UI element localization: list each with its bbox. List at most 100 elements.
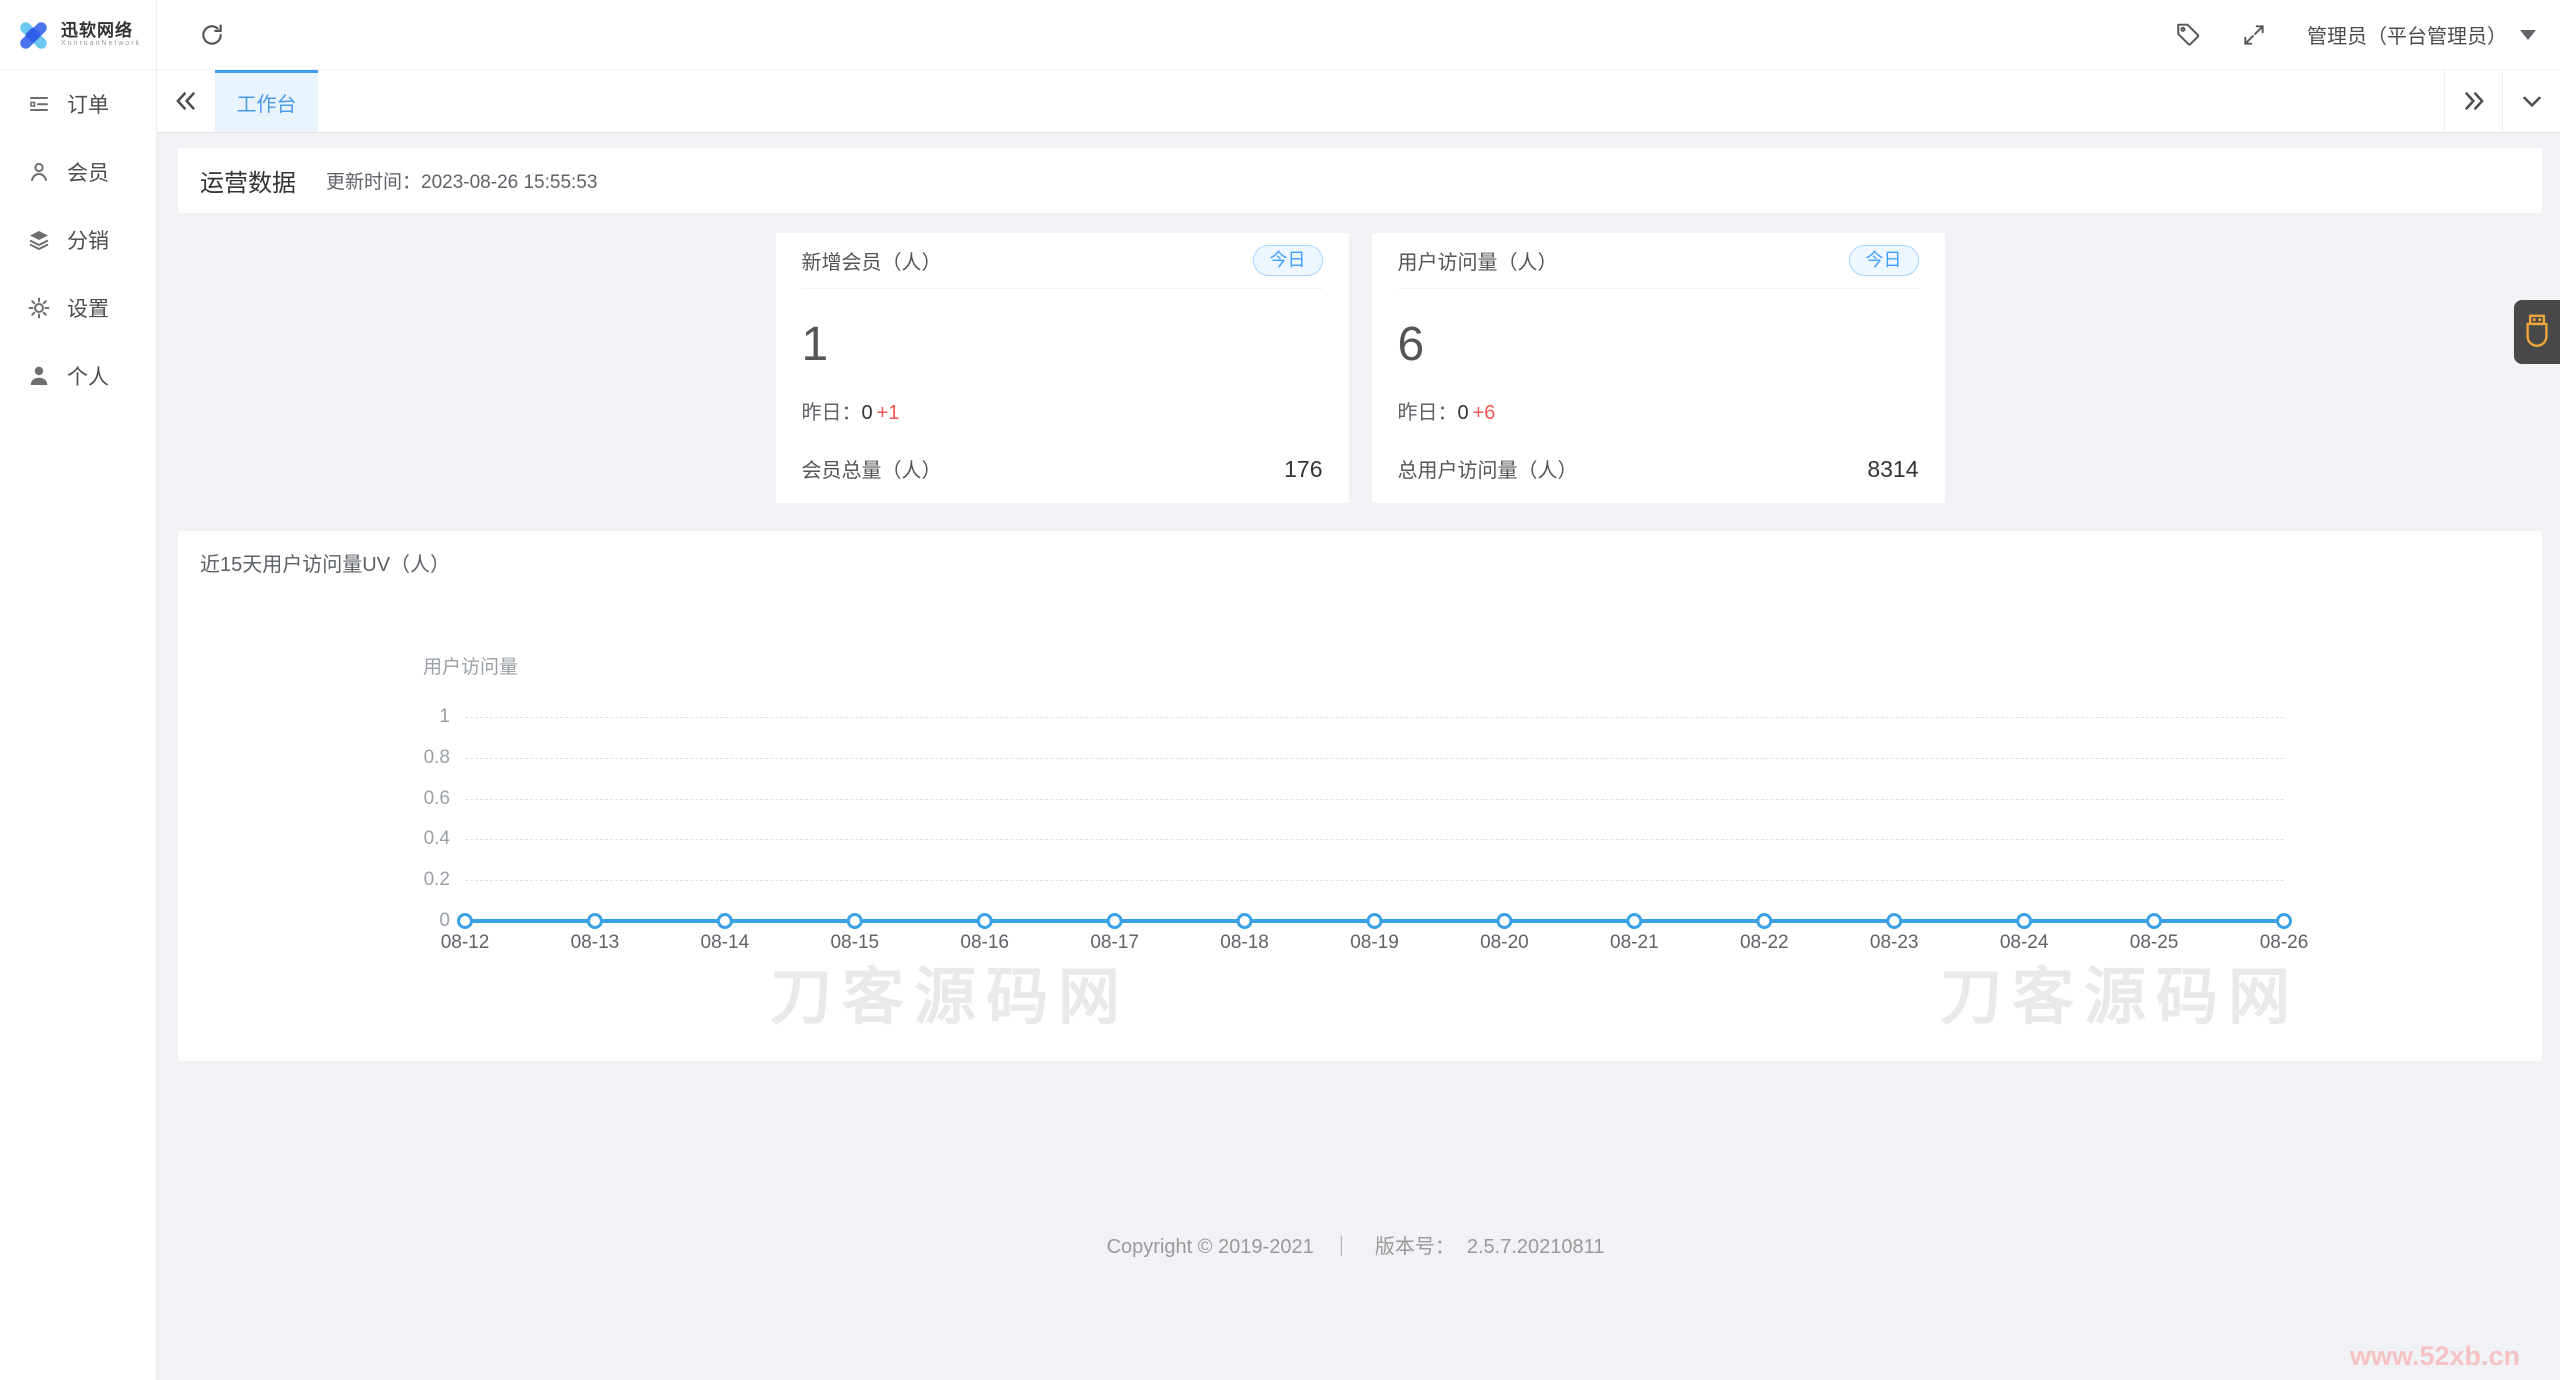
data-point-marker[interactable] [1758, 915, 1771, 928]
data-point-marker[interactable] [2018, 915, 2031, 928]
sidebar-item-label: 会员 [67, 157, 109, 187]
delta-value: +1 [877, 402, 900, 424]
data-point-marker[interactable] [459, 915, 472, 928]
yesterday-label: 昨日： [1398, 402, 1458, 424]
collapse-sidebar-button[interactable] [157, 70, 215, 132]
double-chevron-left-icon [171, 86, 201, 116]
data-point-marker[interactable] [978, 915, 991, 928]
yesterday-label: 昨日： [802, 402, 862, 424]
tab-options-button[interactable] [2502, 70, 2560, 132]
brand-logo[interactable]: 迅软网络 XunruanNetwork [0, 0, 156, 70]
card-main-value: 6 [1398, 317, 1919, 372]
data-point-marker[interactable] [1498, 915, 1511, 928]
data-point-marker[interactable] [588, 915, 601, 928]
footer-version-value: 2.5.7.20210811 [1467, 1236, 1605, 1258]
x-axis-tick-label: 08-21 [1610, 932, 1659, 954]
tabs-scroll-right-button[interactable] [2444, 70, 2502, 132]
member-icon [27, 160, 51, 184]
sidebar-item-profile[interactable]: 个人 [0, 342, 156, 410]
card-total-value: 176 [1284, 456, 1322, 483]
data-point-marker[interactable] [1368, 915, 1381, 928]
update-time-label: 更新时间： [326, 172, 421, 193]
uv-chart-panel: 近15天用户访问量UV（人） 用户访问量 00.20.40.60.8108-12… [178, 531, 2542, 1061]
update-time: 更新时间：2023-08-26 15:55:53 [326, 167, 597, 194]
x-axis-tick-label: 08-20 [1480, 932, 1529, 954]
today-badge: 今日 [1849, 245, 1919, 277]
chart-series-label: 用户访问量 [423, 652, 518, 679]
sidebar-item-label: 订单 [67, 89, 109, 119]
footer-divider: ｜ [1331, 1236, 1351, 1258]
x-axis-tick-label: 08-15 [830, 932, 879, 954]
refresh-icon [199, 22, 225, 48]
page-footer: Copyright © 2019-2021 ｜ 版本号：2.5.7.202108… [157, 1230, 2560, 1259]
sidebar-item-label: 个人 [67, 361, 109, 391]
sidebar-item-settings[interactable]: 设置 [0, 274, 156, 342]
x-axis-tick-label: 08-23 [1870, 932, 1919, 954]
footer-version: 版本号：2.5.7.20210811 [1369, 1236, 1611, 1258]
data-point-marker[interactable] [1238, 915, 1251, 928]
x-axis-tick-label: 08-18 [1220, 932, 1269, 954]
y-axis-tick-label: 1 [439, 706, 450, 728]
stat-card-user-visits: 用户访问量（人） 今日 6 昨日：0+6 总用户访问量（人） 8314 [1372, 233, 1945, 503]
x-axis-tick-label: 08-25 [2130, 932, 2179, 954]
tag-icon [2175, 22, 2201, 48]
fullscreen-icon [2241, 22, 2267, 48]
x-axis-tick-label: 08-14 [701, 932, 750, 954]
tab-strip-spacer [318, 70, 2444, 132]
y-axis-tick-label: 0 [439, 910, 450, 932]
card-total-label: 总用户访问量（人） [1398, 454, 1578, 483]
sidebar-item-label: 分销 [67, 225, 109, 255]
data-point-marker[interactable] [2278, 915, 2291, 928]
sidebar: 迅软网络 XunruanNetwork 订单 会员 分销 设置 个人 [0, 0, 157, 1380]
x-axis-tick-label: 08-16 [960, 932, 1009, 954]
profile-icon [27, 364, 51, 388]
sidebar-item-label: 设置 [67, 293, 109, 323]
yesterday-value: 0 [1458, 402, 1469, 424]
floating-widget-button[interactable] [2514, 300, 2560, 364]
data-point-marker[interactable] [848, 915, 861, 928]
card-total-value: 8314 [1867, 456, 1918, 483]
chevron-down-icon [2517, 86, 2547, 116]
today-badge: 今日 [1253, 245, 1323, 277]
update-time-value: 2023-08-26 15:55:53 [421, 172, 597, 193]
sidebar-item-distribution[interactable]: 分销 [0, 206, 156, 274]
topbar: 管理员（平台管理员） [157, 0, 2560, 70]
fullscreen-button[interactable] [2241, 22, 2267, 48]
brand-subname: XunruanNetwork [61, 40, 141, 48]
data-point-marker[interactable] [1628, 915, 1641, 928]
data-point-marker[interactable] [2148, 915, 2161, 928]
order-icon [27, 92, 51, 116]
card-title: 新增会员（人） [802, 246, 942, 275]
tab-bar: 工作台 [157, 70, 2560, 133]
refresh-button[interactable] [199, 22, 225, 48]
operation-data-panel: 运营数据 更新时间：2023-08-26 15:55:53 [178, 148, 2542, 213]
x-axis-tick-label: 08-24 [2000, 932, 2049, 954]
distribution-icon [27, 228, 51, 252]
user-menu[interactable]: 管理员（平台管理员） [2307, 20, 2536, 49]
uv-line-series [465, 717, 2284, 921]
y-axis-tick-label: 0.6 [424, 787, 450, 809]
data-point-marker[interactable] [1888, 915, 1901, 928]
tab-workbench[interactable]: 工作台 [215, 70, 318, 132]
stat-card-new-members: 新增会员（人） 今日 1 昨日：0+1 会员总量（人） 176 [776, 233, 1349, 503]
x-axis-tick-label: 08-19 [1350, 932, 1399, 954]
card-main-value: 1 [802, 317, 1323, 372]
sidebar-item-members[interactable]: 会员 [0, 138, 156, 206]
brand-logo-icon [13, 17, 53, 53]
card-yesterday-row: 昨日：0+6 [1398, 396, 1919, 425]
yesterday-value: 0 [862, 402, 873, 424]
tag-button[interactable] [2175, 22, 2201, 48]
sidebar-item-orders[interactable]: 订单 [0, 70, 156, 138]
x-axis-tick-label: 08-12 [441, 932, 490, 954]
data-point-marker[interactable] [1108, 915, 1121, 928]
chart-plot[interactable]: 00.20.40.60.8108-1208-1308-1408-1508-160… [465, 717, 2284, 921]
double-chevron-right-icon [2459, 86, 2489, 116]
card-total-label: 会员总量（人） [802, 454, 942, 483]
card-yesterday-row: 昨日：0+1 [802, 396, 1323, 425]
data-point-marker[interactable] [718, 915, 731, 928]
corner-watermark: www.52xb.cn [2350, 1341, 2520, 1372]
settings-icon [27, 296, 51, 320]
y-axis-tick-label: 0.4 [424, 828, 450, 850]
delta-value: +6 [1473, 402, 1496, 424]
user-label: 管理员（平台管理员） [2307, 20, 2507, 49]
